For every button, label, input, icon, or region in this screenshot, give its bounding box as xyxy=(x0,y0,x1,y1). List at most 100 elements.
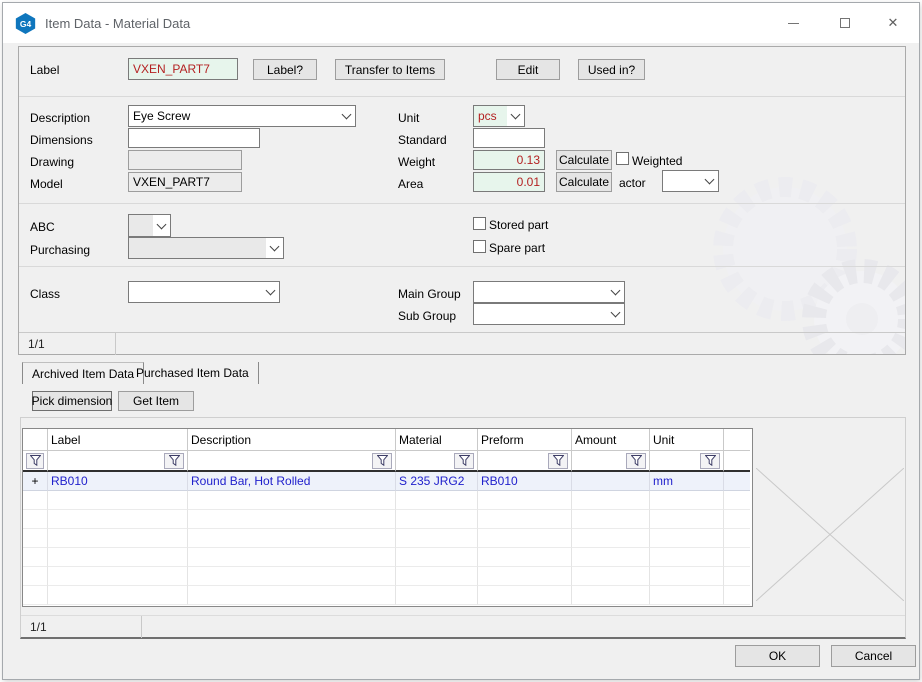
column-header-unit[interactable]: Unit xyxy=(650,429,724,451)
chevron-down-icon xyxy=(607,304,624,324)
cell-amount[interactable] xyxy=(572,472,650,491)
filter-cell-material[interactable] xyxy=(396,451,478,472)
material-data-panel xyxy=(18,46,906,355)
tab-purchased-item-data[interactable]: Purchased Item Data xyxy=(127,362,259,384)
weighted-checkbox[interactable] xyxy=(616,152,629,165)
edit-button[interactable]: Edit xyxy=(496,59,560,80)
maximize-button[interactable] xyxy=(828,9,862,37)
filter-funnel-icon[interactable] xyxy=(548,452,568,469)
spare-part-checkbox[interactable] xyxy=(473,240,486,253)
cross-placeholder-icon xyxy=(755,467,905,602)
dimensions-input[interactable] xyxy=(128,128,260,148)
chevron-down-icon xyxy=(607,282,624,302)
standard-label: Standard xyxy=(398,133,447,147)
factor-combo[interactable] xyxy=(662,170,719,192)
drawing-label: Drawing xyxy=(30,155,75,169)
separator xyxy=(19,96,905,97)
calculate-area-button[interactable]: Calculate xyxy=(556,172,612,192)
grid-header-row: Label Description Material Preform Amoun… xyxy=(23,429,752,451)
column-header-spacer xyxy=(724,429,750,451)
item-data-dialog: G4 Item Data - Material Data ✕ Label VXE… xyxy=(2,2,920,680)
chevron-down-icon xyxy=(701,171,718,191)
row-expand-icon[interactable]: + xyxy=(23,472,48,491)
filter-funnel-icon[interactable] xyxy=(700,452,720,469)
label-help-button[interactable]: Label? xyxy=(253,59,317,80)
preview-placeholder xyxy=(755,467,905,602)
filter-funnel-icon[interactable] xyxy=(164,452,184,469)
grid-pager-text: 1/1 xyxy=(30,620,47,634)
grid-pager: 1/1 xyxy=(21,615,905,638)
filter-funnel-icon[interactable] xyxy=(26,452,44,469)
abc-combo[interactable] xyxy=(128,214,171,237)
close-button[interactable]: ✕ xyxy=(876,9,910,37)
area-label: Area xyxy=(398,177,424,191)
cell-material[interactable]: S 235 JRG2 xyxy=(396,472,478,491)
separator xyxy=(115,333,116,355)
weighted-label: Weighted xyxy=(632,154,683,168)
cancel-button[interactable]: Cancel xyxy=(831,645,916,667)
get-item-button[interactable]: Get Item xyxy=(118,391,194,411)
ok-button[interactable]: OK xyxy=(735,645,820,667)
title-bar: G4 Item Data - Material Data ✕ xyxy=(3,3,919,43)
filter-funnel-icon[interactable] xyxy=(454,452,474,469)
filter-cell-label[interactable] xyxy=(48,451,188,472)
drawing-input xyxy=(128,150,242,170)
filter-funnel-icon[interactable] xyxy=(626,452,646,469)
stored-part-checkbox[interactable] xyxy=(473,217,486,230)
minimize-button[interactable] xyxy=(776,9,810,37)
gears-watermark-icon xyxy=(713,177,905,354)
column-header-preform[interactable]: Preform xyxy=(478,429,572,451)
filter-cell-amount[interactable] xyxy=(572,451,650,472)
standard-input[interactable] xyxy=(473,128,545,148)
filter-cell-preform[interactable] xyxy=(478,451,572,472)
area-input[interactable]: 0.01 xyxy=(473,172,545,192)
filter-cell-description[interactable] xyxy=(188,451,396,472)
table-row[interactable] xyxy=(23,491,752,510)
close-icon: ✕ xyxy=(887,15,899,30)
sub-group-combo[interactable] xyxy=(473,303,625,325)
unit-combo[interactable]: pcs xyxy=(473,105,525,127)
column-header-amount[interactable]: Amount xyxy=(572,429,650,451)
unit-label: Unit xyxy=(398,111,420,125)
transfer-to-items-button[interactable]: Transfer to Items xyxy=(335,59,445,80)
weight-input[interactable]: 0.13 xyxy=(473,150,545,170)
column-header-label[interactable]: Label xyxy=(48,429,188,451)
column-header-expand[interactable] xyxy=(23,429,48,451)
sub-group-label: Sub Group xyxy=(398,309,457,323)
column-header-description[interactable]: Description xyxy=(188,429,396,451)
screen: G4 Item Data - Material Data ✕ Label VXE… xyxy=(0,0,922,682)
chevron-down-icon xyxy=(153,215,170,236)
filter-funnel-icon[interactable] xyxy=(372,452,392,469)
minimize-icon xyxy=(787,22,799,24)
class-combo[interactable] xyxy=(128,281,280,303)
column-header-material[interactable]: Material xyxy=(396,429,478,451)
chevron-down-icon xyxy=(266,238,283,258)
used-in-button[interactable]: Used in? xyxy=(578,59,645,80)
table-row[interactable] xyxy=(23,548,752,567)
purchasing-label: Purchasing xyxy=(30,243,91,257)
record-pager-text: 1/1 xyxy=(28,337,45,351)
app-logo-icon: G4 xyxy=(15,13,36,34)
factor-label: actor xyxy=(619,176,646,190)
table-row[interactable] xyxy=(23,510,752,529)
table-row[interactable] xyxy=(23,567,752,586)
cell-preform[interactable]: RB010 xyxy=(478,472,572,491)
label-input[interactable]: VXEN_PART7 xyxy=(128,58,238,80)
purchasing-combo[interactable] xyxy=(128,237,284,259)
table-row[interactable] xyxy=(23,529,752,548)
cell-label[interactable]: RB010 xyxy=(48,472,188,491)
calculate-weight-button[interactable]: Calculate xyxy=(556,150,612,170)
record-pager: 1/1 xyxy=(19,332,905,355)
table-row[interactable] xyxy=(23,586,752,605)
model-input: VXEN_PART7 xyxy=(128,172,242,192)
cell-description[interactable]: Round Bar, Hot Rolled xyxy=(188,472,396,491)
main-group-combo[interactable] xyxy=(473,281,625,303)
filter-cell-unit[interactable] xyxy=(650,451,724,472)
pick-dimension-button[interactable]: Pick dimension xyxy=(32,391,112,411)
separator xyxy=(19,266,905,267)
table-row[interactable]: + RB010 Round Bar, Hot Rolled S 235 JRG2… xyxy=(23,472,752,491)
tab-archived-item-data[interactable]: Archived Item Data xyxy=(22,362,145,384)
description-combo[interactable]: Eye Screw xyxy=(128,105,356,127)
cell-unit[interactable]: mm xyxy=(650,472,724,491)
separator xyxy=(19,203,905,204)
